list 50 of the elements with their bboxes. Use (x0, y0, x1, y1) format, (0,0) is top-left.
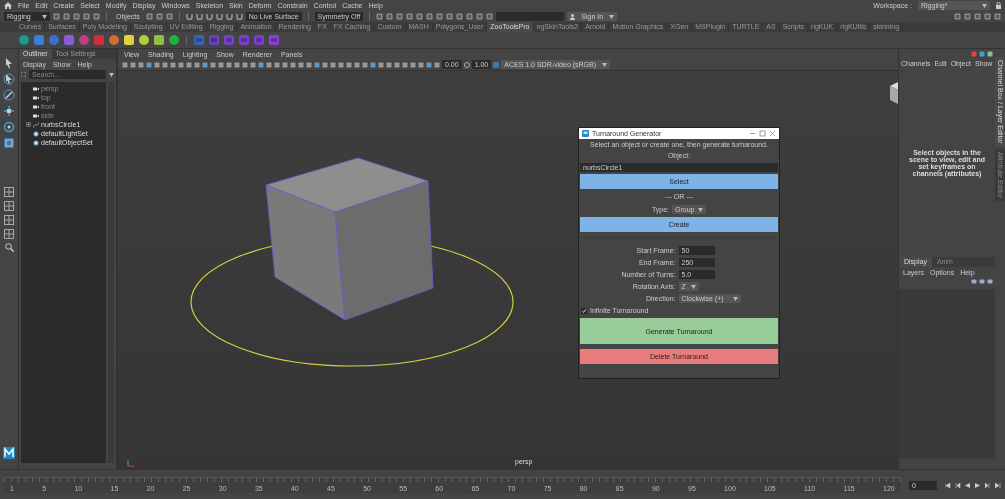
skip-start-icon[interactable] (945, 483, 951, 488)
view-cube-icon[interactable] (890, 80, 898, 106)
expand-toggle-icon[interactable] (26, 122, 31, 127)
checkbox[interactable] (581, 307, 587, 314)
home-icon (4, 2, 12, 9)
shelf-tool-icon[interactable] (138, 34, 150, 46)
app-logo-icon (3, 447, 15, 459)
caret-icon (602, 62, 608, 67)
maximize-icon[interactable] (759, 130, 766, 137)
app-icon (582, 130, 589, 137)
shelf-tool-icon[interactable] (153, 34, 165, 46)
rotate-icon[interactable] (3, 121, 15, 133)
caret-icon (42, 14, 47, 19)
camera-icon (33, 86, 39, 91)
color-management-icon[interactable] (493, 61, 500, 68)
play-backward-icon[interactable] (965, 483, 971, 488)
curve-icon (33, 121, 39, 128)
shelf-tool-icon[interactable] (18, 34, 30, 46)
layout-icon[interactable] (4, 229, 14, 239)
camera-icon (33, 95, 39, 100)
select-arrow-icon[interactable] (3, 57, 15, 69)
user-icon (570, 13, 576, 20)
caret-icon (698, 207, 704, 212)
step-forward-icon[interactable] (985, 483, 991, 488)
layout-icon[interactable] (4, 201, 14, 211)
scale-icon[interactable] (3, 137, 15, 149)
layout-icon[interactable] (4, 187, 14, 197)
gamma-icon (463, 61, 470, 68)
play-icon[interactable] (975, 483, 981, 488)
caret-icon (109, 72, 114, 77)
command-field[interactable] (496, 12, 565, 21)
close-icon[interactable] (769, 130, 776, 137)
caret-icon (690, 284, 696, 289)
step-back-icon[interactable] (955, 483, 961, 488)
camera-icon (33, 104, 39, 109)
search-icon[interactable] (4, 243, 14, 252)
shelf-tool-icon[interactable] (168, 34, 180, 46)
layout-icon[interactable] (4, 215, 14, 225)
camera-icon (33, 113, 39, 118)
shelf-tool-icon[interactable] (108, 34, 120, 46)
minimize-icon[interactable] (749, 130, 756, 137)
caret-icon (609, 14, 615, 19)
move-icon[interactable] (3, 105, 15, 117)
caret-icon (732, 296, 738, 301)
axis-icon (127, 459, 135, 467)
caret-icon (982, 3, 987, 8)
skip-end-icon[interactable] (995, 483, 1001, 488)
lock-icon (996, 2, 1001, 9)
expand-icon[interactable] (21, 72, 26, 77)
shelf-tool-icon[interactable] (123, 34, 135, 46)
